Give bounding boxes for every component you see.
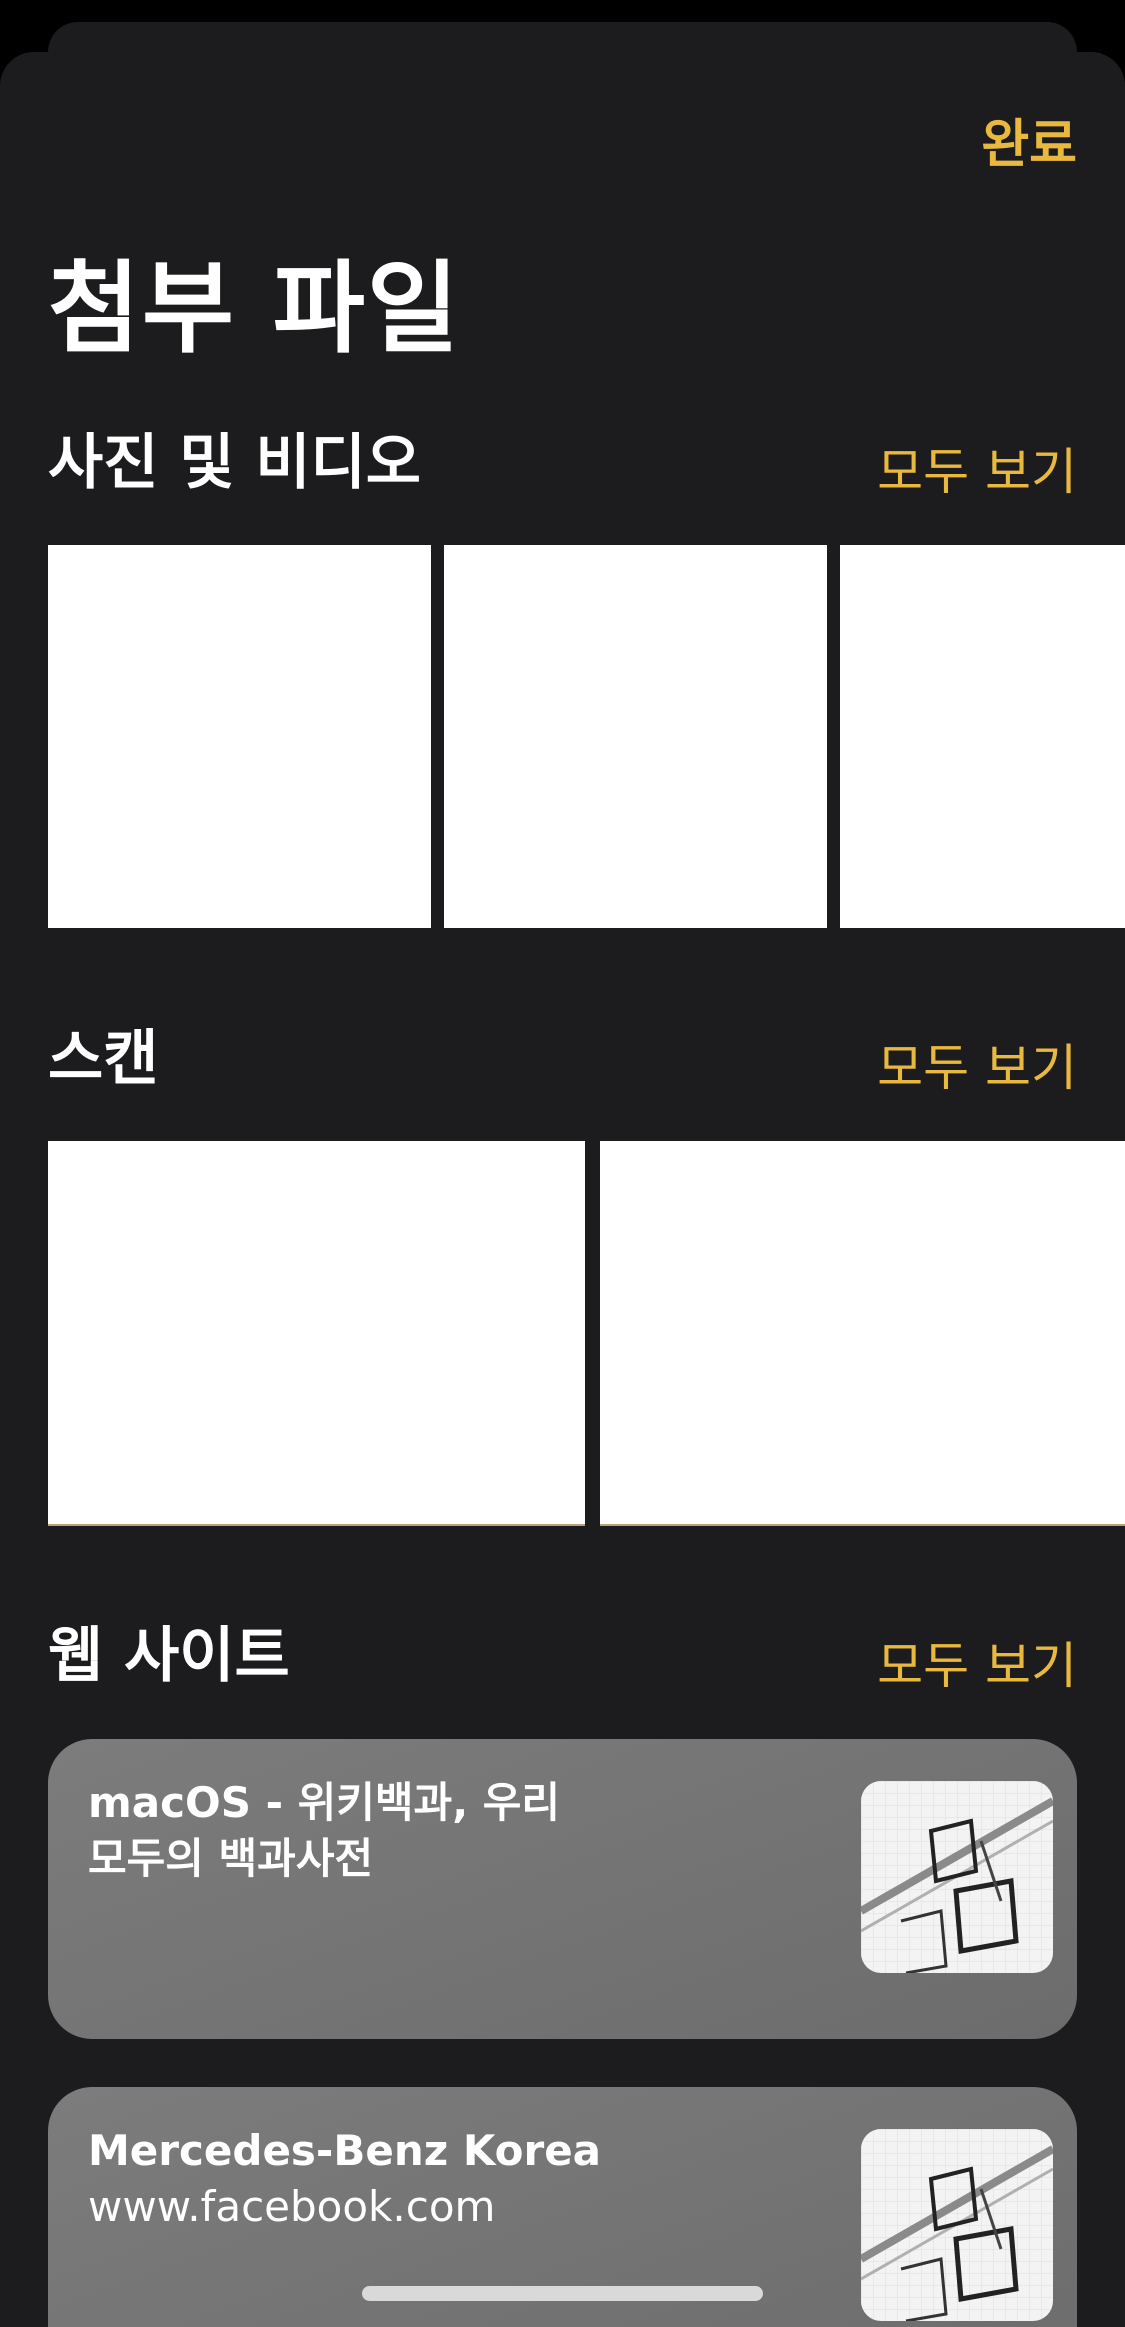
section-title-photos: 사진 및 비디오 (48, 428, 421, 498)
photos-see-all-button[interactable]: 모두 보기 (877, 432, 1077, 504)
scan-thumbnail[interactable] (600, 1141, 1125, 1526)
website-url: www.facebook.com (88, 2182, 496, 2231)
photo-thumbnail[interactable] (840, 545, 1125, 928)
website-card-title: Mercedes-Benz Korea www.facebook.com (88, 2123, 648, 2235)
website-card[interactable]: macOS - 위키백과, 우리 모두의 백과사전 (48, 1739, 1077, 2039)
scans-see-all-button[interactable]: 모두 보기 (877, 1028, 1077, 1100)
page-title: 첨부 파일 (48, 250, 461, 367)
home-indicator (362, 2286, 763, 2301)
photo-thumbnail[interactable] (444, 545, 827, 928)
sketch-thumbnail-icon (861, 1781, 1053, 1973)
website-title-line: 모두의 백과사전 (88, 1834, 374, 1883)
scan-thumbnail[interactable] (48, 1141, 585, 1526)
websites-see-all-button[interactable]: 모두 보기 (877, 1626, 1077, 1698)
website-title-line: macOS - 위키백과, 우리 (88, 1778, 561, 1827)
attachments-sheet: 완료 첨부 파일 사진 및 비디오 모두 보기 스캔 모두 보기 웹 사이트 모… (0, 52, 1125, 2327)
section-title-scans: 스캔 (48, 1024, 159, 1094)
sketch-thumbnail-icon (861, 2129, 1053, 2321)
website-card-title: macOS - 위키백과, 우리 모두의 백과사전 (88, 1775, 648, 1887)
photo-thumbnail[interactable] (48, 545, 431, 928)
section-title-websites: 웹 사이트 (48, 1621, 290, 1691)
done-button[interactable]: 완료 (981, 102, 1077, 177)
website-title-line: Mercedes-Benz Korea (88, 2126, 602, 2175)
